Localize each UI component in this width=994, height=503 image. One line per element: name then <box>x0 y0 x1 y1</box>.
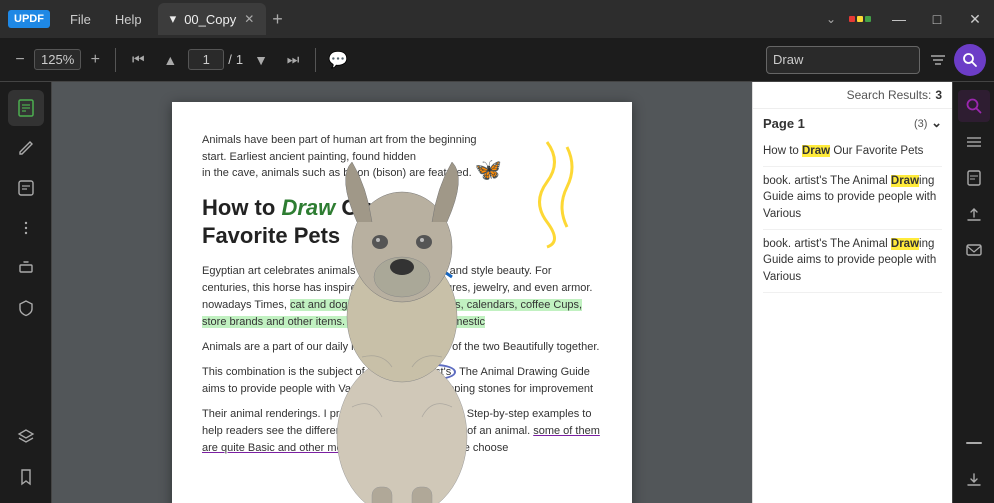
sidebar-icon-bookmark[interactable] <box>8 459 44 495</box>
tabs-chevron-down-icon[interactable]: ⌄ <box>820 12 842 26</box>
page-1-label[interactable]: Page 1 (3) ⌄ <box>763 115 942 131</box>
page-1-count-badge: (3) ⌄ <box>914 115 942 131</box>
page-1-text: Page 1 <box>763 116 805 131</box>
result-1-text-before: How to <box>763 145 802 157</box>
search-result-1[interactable]: How to Draw Our Favorite Pets <box>763 137 942 167</box>
page-separator: / <box>228 52 232 67</box>
toolbar-separator-1 <box>115 48 116 72</box>
add-tab-button[interactable]: + <box>272 9 283 30</box>
maximize-button[interactable]: □ <box>918 0 956 38</box>
search-results-panel: Search Results: 3 Page 1 (3) ⌄ How to Dr… <box>752 82 952 503</box>
page-number-input[interactable] <box>188 49 224 70</box>
search-result-3[interactable]: book. artist's The Animal Drawing Guide … <box>763 230 942 293</box>
toolbar-separator-2 <box>315 48 316 72</box>
dog-sketch-image <box>302 157 502 503</box>
last-page-button[interactable]: ⏭ <box>279 46 307 74</box>
next-page-button[interactable]: ▼ <box>247 46 275 74</box>
total-pages: 1 <box>236 52 243 67</box>
tab-close-button[interactable]: ✕ <box>244 12 254 26</box>
result-3-highlight: Draw <box>891 238 919 250</box>
heading-how-to: How to <box>202 195 281 220</box>
left-sidebar <box>0 82 52 503</box>
result-3-text-before: book. artist's The Animal <box>763 238 891 250</box>
right-sidebar-mail-icon[interactable] <box>958 234 990 266</box>
zoom-controls: − 125% + <box>8 48 107 72</box>
menu-file[interactable]: File <box>58 0 103 38</box>
sidebar-icon-reader[interactable] <box>8 90 44 126</box>
search-results-count: 3 <box>935 88 942 102</box>
search-result-2[interactable]: book. artist's The Animal Drawing Guide … <box>763 167 942 230</box>
sidebar-icon-form[interactable] <box>8 250 44 286</box>
search-results-header: Search Results: 3 <box>753 82 952 109</box>
prev-page-button[interactable]: ▲ <box>156 46 184 74</box>
result-2-highlight: Draw <box>891 175 919 187</box>
search-area <box>766 46 950 74</box>
right-sidebar-page-icon[interactable] <box>958 162 990 194</box>
result-2-text-before: book. artist's The Animal <box>763 175 891 187</box>
page-chevron-icon: ⌄ <box>931 115 942 130</box>
main-layout: 🦋 Animals have been part of human art fr… <box>0 82 994 503</box>
title-bar: UPDF File Help ▾ 00_Copy ✕ + ⌄ — □ ✕ <box>0 0 994 38</box>
minimize-button[interactable]: — <box>880 0 918 38</box>
tab-label: 00_Copy <box>184 12 236 27</box>
page-count-text: (3) <box>914 118 927 130</box>
right-sidebar-menu-icon[interactable] <box>958 126 990 158</box>
sidebar-icon-annotate[interactable] <box>8 170 44 206</box>
search-icon-button[interactable] <box>954 44 986 76</box>
tab-dropdown-icon[interactable]: ▾ <box>170 11 177 27</box>
search-box[interactable] <box>766 46 920 74</box>
brand-icon <box>842 0 880 38</box>
toolbar: − 125% + ⏮ ▲ / 1 ▼ ⏭ 💬 <box>0 38 994 82</box>
sidebar-icon-edit[interactable] <box>8 130 44 166</box>
sidebar-icon-layers[interactable] <box>8 419 44 455</box>
comment-button[interactable]: 💬 <box>324 46 352 74</box>
right-sidebar-search-icon[interactable] <box>958 90 990 122</box>
updf-logo: UPDF <box>8 10 50 28</box>
right-sidebar <box>952 82 994 503</box>
first-page-button[interactable]: ⏮ <box>124 46 152 74</box>
search-input[interactable] <box>773 52 913 67</box>
page-navigation: / 1 <box>188 49 243 70</box>
zoom-in-button[interactable]: + <box>83 48 107 72</box>
result-1-highlight: Draw <box>802 145 830 157</box>
zoom-out-button[interactable]: − <box>8 48 32 72</box>
window-controls: — □ ✕ <box>880 0 994 38</box>
sidebar-icon-more[interactable] <box>8 210 44 246</box>
pdf-content-area[interactable]: 🦋 Animals have been part of human art fr… <box>52 82 752 503</box>
tab-area: ▾ 00_Copy ✕ + <box>154 3 820 35</box>
close-button[interactable]: ✕ <box>956 0 994 38</box>
sidebar-bottom-icons <box>8 419 44 495</box>
search-results-label: Search Results: <box>847 88 932 102</box>
result-1-text-after: Our Favorite Pets <box>830 145 923 157</box>
sidebar-icon-protect[interactable] <box>8 290 44 326</box>
filter-button[interactable] <box>926 48 950 72</box>
right-sidebar-upload-icon[interactable] <box>958 198 990 230</box>
zoom-value[interactable]: 125% <box>34 49 81 70</box>
tab-00-copy[interactable]: ▾ 00_Copy ✕ <box>158 3 267 35</box>
right-sidebar-download-icon[interactable] <box>958 463 990 495</box>
right-sidebar-minus-icon[interactable] <box>958 427 990 459</box>
menu-help[interactable]: Help <box>103 0 154 38</box>
search-page-1-section: Page 1 (3) ⌄ How to Draw Our Favorite Pe… <box>753 109 952 299</box>
